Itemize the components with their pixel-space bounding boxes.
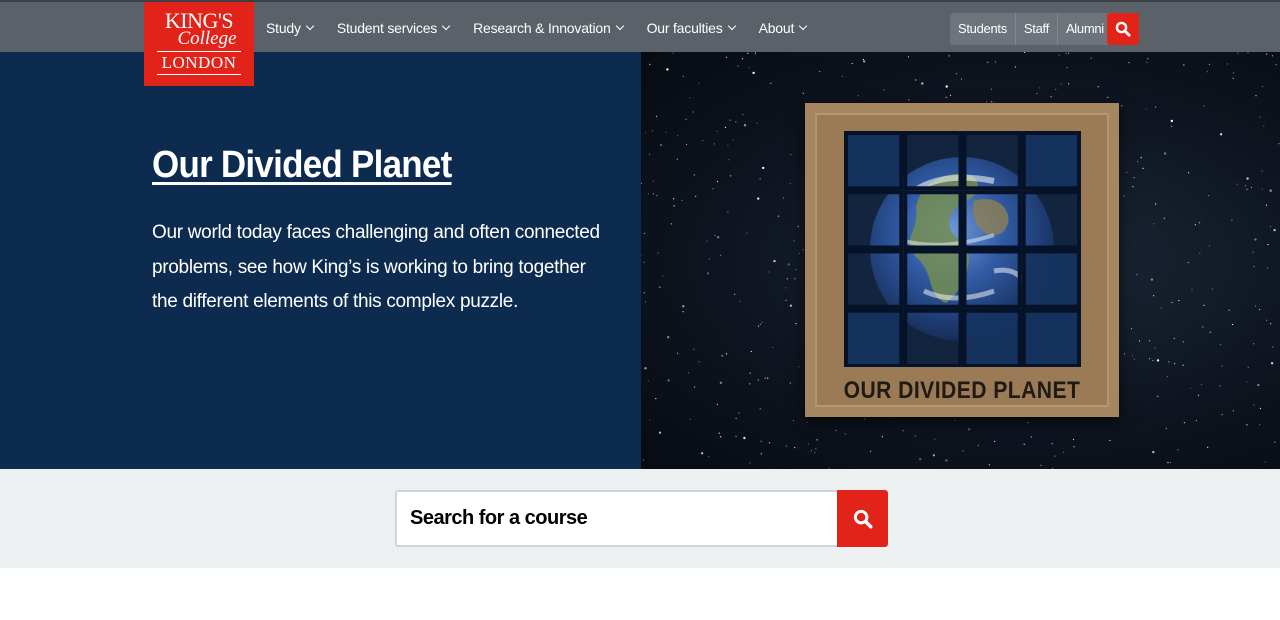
staff-link[interactable]: Staff: [1014, 13, 1057, 45]
nav-item-about[interactable]: About: [758, 20, 808, 36]
nav-item-research-innovation[interactable]: Research & Innovation: [473, 20, 624, 36]
search-icon: [1115, 21, 1131, 37]
logo-line-london: LONDON: [161, 53, 237, 72]
course-search-button[interactable]: [837, 490, 888, 547]
nav-item-our-faculties[interactable]: Our faculties: [646, 20, 736, 36]
chevron-down-icon: [441, 21, 451, 31]
search-icon: [853, 509, 872, 528]
site-search-button[interactable]: [1107, 13, 1139, 45]
alumni-link[interactable]: Alumni: [1056, 13, 1112, 45]
earth-puzzle-graphic: [844, 131, 1081, 368]
nav-item-study[interactable]: Study: [266, 20, 315, 36]
earth-puzzle-image: [844, 131, 1081, 368]
nav-item-label: Our faculties: [646, 20, 723, 36]
audience-links: Students Staff Alumni: [950, 13, 1112, 45]
chevron-down-icon: [615, 21, 624, 31]
chevron-down-icon: [798, 21, 808, 31]
nav-item-student-services[interactable]: Student services: [336, 20, 451, 36]
nav-item-label: Student services: [336, 20, 438, 36]
chevron-down-icon: [727, 21, 736, 31]
course-search-input[interactable]: [395, 490, 839, 547]
hero-text-panel: Our Divided Planet Our world today faces…: [0, 52, 641, 469]
main-nav: Study Student services Research & Innova…: [266, 2, 830, 54]
puzzle-caption: OUR DIVIDED PLANET: [843, 377, 1081, 404]
logo-line-college: College: [177, 28, 237, 49]
nav-item-label: Research & Innovation: [473, 20, 611, 36]
nav-item-label: Study: [266, 20, 301, 36]
chevron-down-icon: [305, 21, 315, 31]
kings-college-london-logo[interactable]: KING'S College LONDON: [144, 2, 254, 86]
hero-title-link[interactable]: Our Divided Planet: [152, 144, 452, 187]
nav-item-label: About: [758, 20, 795, 36]
students-link[interactable]: Students: [950, 13, 1015, 45]
hero-description: Our world today faces challenging and of…: [152, 222, 600, 312]
